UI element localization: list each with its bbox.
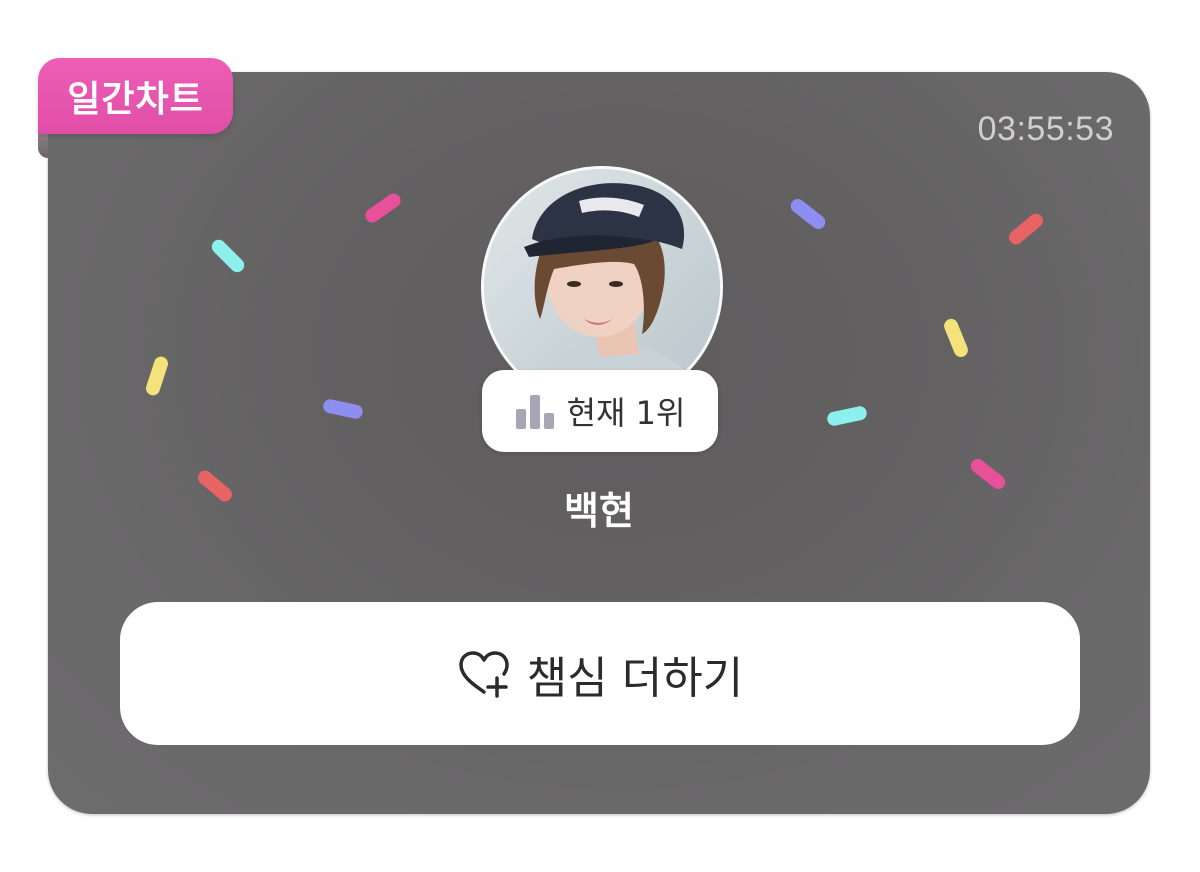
bar-chart-icon (515, 395, 554, 429)
confetti-piece (825, 404, 869, 428)
confetti-piece (942, 316, 970, 360)
confetti-piece (362, 190, 404, 226)
add-support-label: 챔심 더하기 (526, 652, 744, 704)
daily-chart-badge: 일간차트 (38, 58, 233, 134)
add-support-button[interactable]: 챔심 더하기 (120, 602, 1080, 745)
artist-name: 백현 (564, 489, 634, 533)
daily-chart-card: 03:55:53 현재 1위 백현 챔심 더하기 (48, 72, 1150, 814)
countdown-timer: 03:55:53 (977, 110, 1114, 148)
heart-plus-icon (459, 650, 509, 698)
badge-fold (38, 134, 48, 158)
current-rank-pill: 현재 1위 (482, 370, 718, 452)
current-rank-label: 현재 1위 (566, 394, 686, 432)
chart-widget: 03:55:53 현재 1위 백현 챔심 더하기 일간차트 (0, 0, 1200, 872)
confetti-piece (321, 397, 365, 421)
confetti-piece (787, 196, 829, 232)
confetti-piece (208, 236, 248, 276)
confetti-piece (1006, 210, 1046, 248)
confetti-piece (144, 354, 170, 398)
